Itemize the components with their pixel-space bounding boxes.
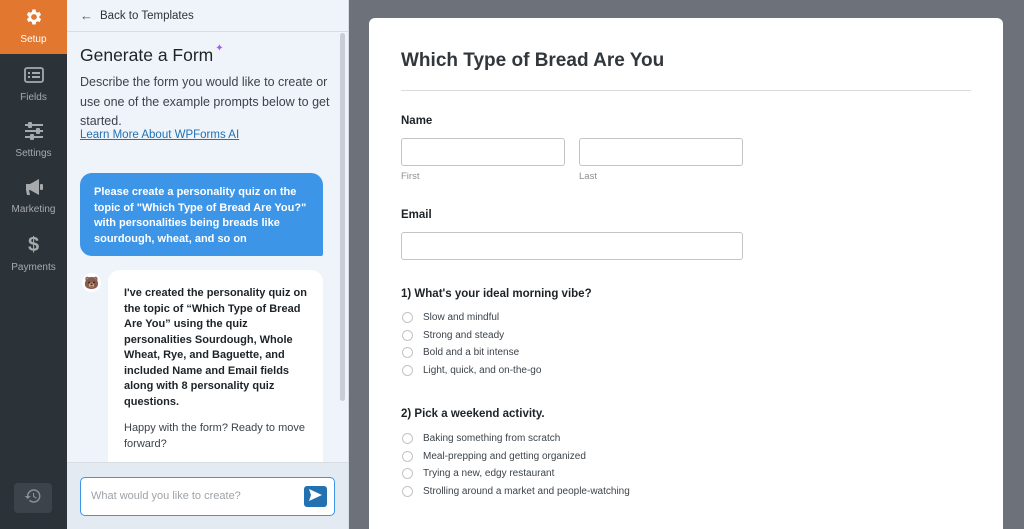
panel-description: Describe the form you would like to crea… [80, 75, 330, 128]
radio-circle[interactable] [402, 365, 413, 376]
option-label: Meal-prepping and getting organized [423, 451, 586, 462]
nav-fields[interactable]: Fields [0, 58, 67, 112]
nav-setup[interactable]: Setup [0, 0, 67, 54]
send-button[interactable] [304, 486, 327, 507]
panel-title: Generate a Form ✦ [80, 43, 224, 66]
question-2-label: 2) Pick a weekend activity. [401, 408, 545, 420]
nav-settings[interactable]: Settings [0, 114, 67, 168]
option-label: Slow and mindful [423, 312, 500, 323]
option-label: Strolling around a market and people-wat… [423, 486, 630, 497]
history-icon [24, 487, 42, 510]
panel-title-text: Generate a Form [80, 45, 214, 65]
send-icon [309, 488, 322, 506]
last-sublabel: Last [579, 171, 597, 182]
prompt-area [67, 462, 348, 529]
radio-option[interactable]: Meal-prepping and getting organized [402, 451, 586, 462]
radio-option[interactable]: Baking something from scratch [402, 433, 560, 444]
radio-option[interactable]: Trying a new, edgy restaurant [402, 468, 554, 479]
radio-option[interactable]: Bold and a bit intense [402, 347, 519, 358]
title-divider [401, 90, 971, 91]
form-title: Which Type of Bread Are You [401, 50, 665, 71]
megaphone-icon [24, 176, 44, 198]
last-name-input[interactable] [579, 138, 743, 166]
left-nav: Setup Fields Settings Marketing $ Paymen… [0, 0, 67, 529]
nav-fields-label: Fields [20, 92, 47, 103]
radio-circle[interactable] [402, 312, 413, 323]
form-preview: Which Type of Bread Are You Name First L… [369, 18, 1003, 529]
nav-marketing-label: Marketing [11, 204, 56, 215]
sparkle-icon: ✦ [215, 43, 224, 54]
first-name-input[interactable] [401, 138, 565, 166]
radio-circle[interactable] [402, 486, 413, 497]
prompt-input-box [80, 477, 335, 516]
gear-icon [24, 6, 44, 28]
name-label: Name [401, 115, 433, 127]
nav-marketing[interactable]: Marketing [0, 170, 67, 224]
dollar-icon: $ [27, 233, 40, 256]
fields-icon [23, 64, 44, 86]
option-label: Baking something from scratch [423, 433, 561, 444]
radio-circle[interactable] [402, 468, 413, 479]
ai-followup-text: Happy with the form? Ready to move forwa… [124, 422, 305, 450]
divider [67, 31, 349, 32]
first-sublabel: First [401, 171, 420, 182]
radio-option[interactable]: Strolling around a market and people-wat… [402, 486, 630, 497]
learn-more-link[interactable]: Learn More About WPForms AI [80, 129, 239, 141]
panel-scrollbar[interactable] [340, 33, 345, 401]
user-message-bubble: Please create a personality quiz on the … [80, 173, 323, 256]
option-label: Bold and a bit intense [423, 347, 520, 358]
question-1-label: 1) What's your ideal morning vibe? [401, 288, 592, 300]
revisions-button[interactable] [14, 483, 52, 513]
radio-circle[interactable] [402, 347, 413, 358]
back-to-templates-link[interactable]: ← Back to Templates [80, 8, 194, 23]
radio-circle[interactable] [402, 451, 413, 462]
nav-settings-label: Settings [15, 148, 52, 159]
ai-message-bubble: I've created the personality quiz on the… [108, 270, 323, 462]
radio-circle[interactable] [402, 433, 413, 444]
ai-panel: ← Back to Templates Generate a Form ✦ De… [67, 0, 349, 529]
option-label: Light, quick, and on-the-go [423, 365, 542, 376]
option-label: Trying a new, edgy restaurant [423, 468, 555, 479]
option-label: Strong and steady [423, 330, 505, 341]
arrow-left-icon: ← [80, 8, 93, 23]
back-label: Back to Templates [100, 9, 194, 22]
ai-avatar-icon: 🐻 [82, 273, 101, 292]
nav-setup-label: Setup [20, 34, 47, 45]
email-label: Email [401, 209, 432, 221]
nav-payments[interactable]: $ Payments [0, 228, 67, 282]
radio-option[interactable]: Light, quick, and on-the-go [402, 365, 541, 376]
prompt-input[interactable] [91, 487, 291, 505]
radio-option[interactable]: Slow and mindful [402, 312, 499, 323]
radio-circle[interactable] [402, 330, 413, 341]
radio-option[interactable]: Strong and steady [402, 330, 504, 341]
nav-payments-label: Payments [11, 262, 56, 273]
ai-message-text: I've created the personality quiz on the… [124, 287, 307, 408]
sliders-icon [24, 120, 44, 142]
email-input[interactable] [401, 232, 743, 260]
